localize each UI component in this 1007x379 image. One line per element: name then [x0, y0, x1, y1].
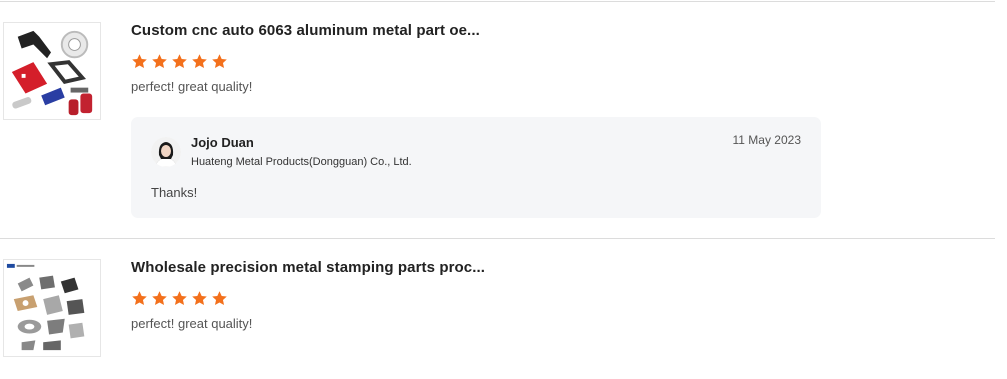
reply-date: 11 May 2023 — [732, 133, 802, 147]
avatar — [151, 137, 181, 167]
star-icon — [212, 291, 227, 306]
supplier-reply: Jojo Duan Huateng Metal Products(Donggua… — [131, 117, 821, 218]
stamping-parts-image — [4, 260, 100, 356]
product-thumbnail[interactable] — [3, 22, 101, 120]
review-comment: perfect! great quality! — [131, 79, 253, 94]
star-icon — [212, 54, 227, 69]
star-icon — [192, 291, 207, 306]
star-icon — [152, 54, 167, 69]
star-icon — [132, 291, 147, 306]
review-item: Custom cnc auto 6063 aluminum metal part… — [0, 1, 995, 238]
reply-company-name: Huateng Metal Products(Dongguan) Co., Lt… — [191, 156, 412, 168]
product-title[interactable]: Wholesale precision metal stamping parts… — [131, 259, 485, 276]
star-icon — [152, 291, 167, 306]
star-icon — [192, 54, 207, 69]
product-title[interactable]: Custom cnc auto 6063 aluminum metal part… — [131, 22, 480, 39]
star-icon — [172, 54, 187, 69]
star-rating — [131, 290, 228, 307]
avatar-image — [151, 137, 181, 167]
review-comment: perfect! great quality! — [131, 316, 253, 331]
cnc-parts-image — [4, 23, 100, 119]
reply-author-name: Jojo Duan — [191, 135, 254, 150]
star-icon — [172, 291, 187, 306]
product-thumbnail[interactable] — [3, 259, 101, 357]
reply-text: Thanks! — [151, 185, 198, 200]
star-rating — [131, 53, 228, 70]
star-icon — [132, 54, 147, 69]
review-item: Wholesale precision metal stamping parts… — [0, 238, 995, 379]
